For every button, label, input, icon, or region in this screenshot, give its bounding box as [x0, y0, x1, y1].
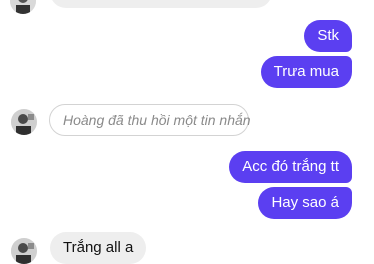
message-text: Stk — [317, 27, 339, 44]
avatar-image — [11, 238, 37, 264]
outgoing-message-bubble[interactable]: Stk — [304, 20, 352, 52]
contact-avatar[interactable] — [11, 238, 37, 264]
outgoing-message-bubble[interactable]: Trưa mua — [260, 56, 352, 88]
recalled-text: Hoàng đã thu hồi một tin nhắn — [63, 112, 251, 128]
recalled-message-notice: Hoàng đã thu hồi một tin nhắn — [49, 104, 251, 136]
contact-avatar[interactable] — [11, 109, 37, 135]
outgoing-message-bubble[interactable]: Hay sao á — [258, 187, 352, 219]
message-text: Trắng all a — [63, 239, 134, 256]
contact-avatar[interactable] — [10, 0, 36, 14]
avatar-image — [11, 109, 37, 135]
avatar-image — [10, 0, 36, 14]
message-text: Hay sao á — [271, 194, 339, 211]
message-text: Trưa mua — [273, 63, 339, 80]
message-text: Acc đó trắng tt — [242, 158, 339, 175]
chat-conversation: Stk Trưa mua Hoàng đã thu hồi một tin nh… — [0, 0, 374, 264]
incoming-message-bubble[interactable] — [50, 0, 272, 8]
outgoing-message-bubble[interactable]: Acc đó trắng tt — [229, 151, 352, 183]
incoming-message-bubble[interactable]: Trắng all a — [50, 232, 147, 264]
